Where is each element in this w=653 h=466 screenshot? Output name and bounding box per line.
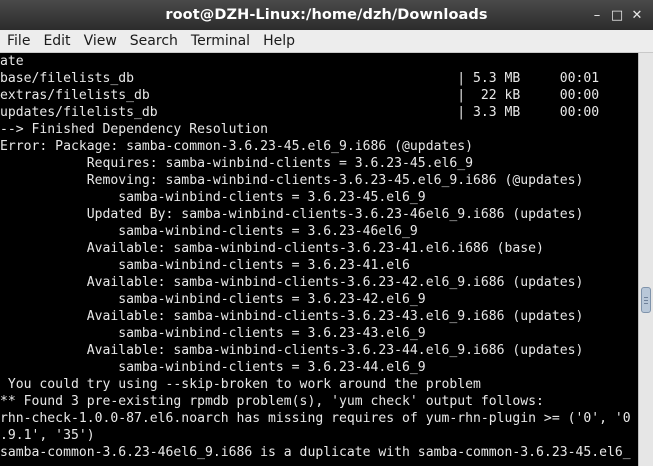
terminal-line: Requires: samba-winbind-clients = 3.6.23… [0, 156, 473, 171]
window-controls: – □ ✕ [587, 0, 647, 30]
minimize-icon[interactable]: – [587, 0, 607, 30]
terminal-line: Available: samba-winbind-clients-3.6.23-… [0, 343, 584, 358]
title-bar[interactable]: root@DZH-Linux:/home/dzh/Downloads – □ ✕ [0, 0, 653, 30]
terminal-line: Error: Package: samba-common-3.6.23-45.e… [0, 139, 473, 154]
terminal-line: Updated By: samba-winbind-clients-3.6.23… [0, 207, 584, 222]
scrollbar-thumb[interactable] [641, 287, 651, 313]
maximize-icon[interactable]: □ [607, 0, 627, 30]
grip-line [644, 297, 648, 298]
terminal-line: .9.1', '35') [0, 428, 95, 443]
menu-file[interactable]: File [1, 30, 36, 52]
terminal-line: samba-winbind-clients = 3.6.23-46el6_9 [0, 224, 418, 239]
grip-line [644, 303, 648, 304]
menu-terminal[interactable]: Terminal [185, 30, 256, 52]
vertical-scrollbar[interactable] [638, 53, 653, 466]
menu-view[interactable]: View [78, 30, 123, 52]
terminal-line: rhn-check-1.0.0-87.el6.noarch has missin… [0, 411, 631, 426]
terminal-output[interactable]: ate base/filelists_db | 5.3 MB 00:01 ext… [0, 53, 638, 466]
terminal-line: base/filelists_db | 5.3 MB 00:01 [0, 71, 600, 86]
terminal-line: updates/filelists_db | 3.3 MB 00:00 [0, 105, 600, 120]
terminal-line: extras/filelists_db | 22 kB 00:00 [0, 88, 600, 103]
close-icon[interactable]: ✕ [627, 0, 647, 30]
terminal-line: Available: samba-winbind-clients-3.6.23-… [0, 275, 584, 290]
terminal-line: ate [0, 54, 24, 69]
menu-edit[interactable]: Edit [37, 30, 76, 52]
window-title: root@DZH-Linux:/home/dzh/Downloads [165, 7, 488, 23]
terminal-line: Removing: samba-winbind-clients-3.6.23-4… [0, 173, 584, 188]
terminal-line: samba-winbind-clients = 3.6.23-44.el6_9 [0, 360, 426, 375]
terminal-line: --> Finished Dependency Resolution [0, 122, 269, 137]
terminal-line: Available: samba-winbind-clients-3.6.23-… [0, 241, 544, 256]
grip-line [644, 300, 648, 301]
terminal-window: root@DZH-Linux:/home/dzh/Downloads – □ ✕… [0, 0, 653, 466]
terminal-line: samba-winbind-clients = 3.6.23-43.el6_9 [0, 326, 426, 341]
terminal-line: samba-winbind-clients = 3.6.23-42.el6_9 [0, 292, 426, 307]
terminal-line: samba-winbind-clients = 3.6.23-45.el6_9 [0, 190, 426, 205]
terminal-line: samba-winbind-clients = 3.6.23-41.el6 [0, 258, 410, 273]
terminal-line: ** Found 3 pre-existing rpmdb problem(s)… [0, 394, 544, 409]
menu-help[interactable]: Help [257, 30, 301, 52]
terminal-line: samba-common-3.6.23-46el6_9.i686 is a du… [0, 445, 631, 460]
terminal-line: You could try using --skip-broken to wor… [0, 377, 481, 392]
menu-bar: File Edit View Search Terminal Help [0, 30, 653, 53]
menu-search[interactable]: Search [124, 30, 184, 52]
terminal-line: Available: samba-winbind-clients-3.6.23-… [0, 309, 584, 324]
